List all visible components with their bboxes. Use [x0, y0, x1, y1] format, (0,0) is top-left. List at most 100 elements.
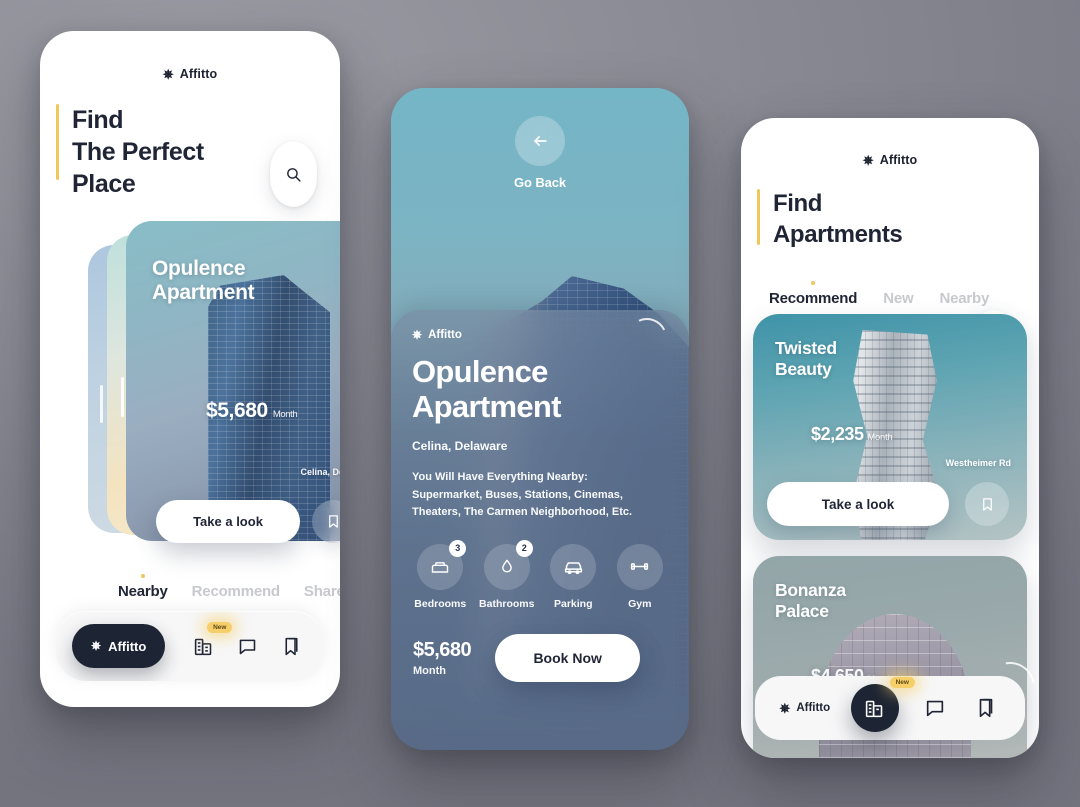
tab-bar: Nearby Recommend Share: [40, 583, 340, 600]
asterisk-star-icon: ✵: [162, 66, 174, 82]
nav-item-bookmark[interactable]: [971, 693, 1001, 723]
search-icon: [287, 167, 301, 182]
amenity-bedrooms[interactable]: 3 Bedrooms: [409, 539, 472, 610]
accent-bar: [757, 189, 760, 245]
detail-location: Celina, Delaware: [412, 439, 508, 454]
buildings-icon: [194, 638, 212, 655]
bed-icon: [432, 561, 449, 573]
amenity-label: Bathrooms: [479, 597, 535, 610]
bookmark-icon: [285, 637, 298, 655]
nav-item-chat[interactable]: [920, 693, 950, 723]
tab-share[interactable]: Share: [304, 583, 340, 600]
amenity-icon-wrap: [616, 543, 663, 590]
price-period: Month: [272, 409, 298, 420]
brand-name: Affitto: [179, 67, 218, 81]
bottom-navigation: ✵ Affitto New: [755, 652, 1039, 740]
amenity-gym[interactable]: Gym: [609, 543, 672, 610]
asterisk-star-icon: ✵: [412, 328, 423, 342]
featured-property-card[interactable]: Opulence Apartment $5,680 Month Celina, …: [126, 221, 340, 541]
card-address: Celina, Delaware: [300, 467, 340, 477]
headline-line-2: The Perfect: [72, 138, 204, 166]
amenity-icon-wrap: 3: [417, 539, 467, 590]
nav-brand-button[interactable]: ✵ Affitto: [779, 702, 830, 715]
property-detail-sheet: ✵ Affitto Opulence Apartment Celina, Del…: [391, 310, 689, 750]
bottom-navigation: ✵ Affitto New: [56, 611, 324, 681]
nav-item-buildings[interactable]: New: [188, 622, 233, 661]
price-period: Month: [867, 432, 893, 442]
card-title-line-1: Opulence: [152, 257, 246, 280]
page-title: Find Apartments: [741, 189, 1039, 250]
shower-drop-icon: [501, 559, 512, 573]
accent-bar: [56, 104, 59, 180]
chat-bubble-icon: [926, 700, 943, 717]
asterisk-star-icon: ✵: [91, 639, 102, 653]
tab-recommend[interactable]: Recommend: [769, 290, 857, 307]
phone-screen-listings: ✵ Affitto Find Apartments Recommend New …: [741, 118, 1039, 758]
headline-text: Find The Perfect Place: [72, 104, 204, 200]
tab-nearby[interactable]: Nearby: [939, 290, 989, 307]
detail-description: You Will Have Everything Nearby: Superma…: [412, 471, 633, 519]
amenity-parking[interactable]: Parking: [542, 543, 605, 610]
stack-card-line: [121, 377, 124, 417]
nav-icon-group: New: [165, 622, 324, 661]
amenity-icon-wrap: [550, 543, 597, 590]
nav-item-chat[interactable]: [233, 631, 263, 661]
listing-card[interactable]: Twisted Beauty $2,235 Month Westheimer R…: [753, 314, 1027, 540]
tab-recommend[interactable]: Recommend: [192, 583, 280, 600]
dumbbell-icon: [631, 563, 649, 570]
nav-brand-button[interactable]: ✵ Affitto: [72, 624, 166, 668]
nav-brand-label: Affitto: [108, 638, 147, 654]
listing-title-line-2: Palace: [775, 601, 829, 621]
amenity-label: Parking: [553, 597, 593, 610]
amenity-label: Bedrooms: [414, 597, 467, 610]
new-badge: New: [207, 622, 233, 633]
phone-screen-home: ✵ Affitto Find The Perfect Place Opulenc…: [40, 31, 340, 707]
card-stack: Opulence Apartment $5,680 Month Celina, …: [40, 221, 340, 551]
amenity-count: 3: [449, 539, 467, 557]
detail-price: $5,680 Month: [413, 638, 472, 677]
new-badge: New: [889, 677, 915, 688]
headline-line-1: Find: [72, 106, 124, 134]
amenity-count: 2: [515, 539, 533, 557]
car-icon: [564, 562, 582, 575]
book-now-button[interactable]: Book Now: [495, 633, 641, 682]
price-amount: $2,235: [811, 424, 864, 444]
tab-new[interactable]: New: [883, 290, 913, 307]
listing-title-line-2: Beauty: [775, 359, 832, 379]
go-back-label: Go Back: [513, 175, 567, 190]
headline-line-1: Find: [773, 190, 823, 217]
amenity-label: Gym: [628, 597, 652, 610]
go-back-button[interactable]: [515, 116, 565, 166]
listing-title-line-1: Bonanza: [775, 580, 846, 600]
amenities-row: 3 Bedrooms 2 Bathrooms Parking Gym: [391, 522, 689, 610]
tab-nearby[interactable]: Nearby: [118, 583, 168, 600]
listing-title-line-1: Twisted: [775, 338, 837, 358]
detail-title-line-2: Apartment: [412, 388, 561, 424]
detail-title-line-1: Opulence: [412, 354, 548, 389]
go-back-control[interactable]: Go Back: [391, 116, 689, 190]
brand-logo: ✵ Affitto: [741, 153, 1039, 167]
phone-screen-detail: Go Back ✵ Affitto Opulence Apartment Cel…: [391, 88, 689, 750]
listing-price: $2,235 Month: [811, 424, 893, 445]
listing-address: Westheimer Rd: [945, 458, 1011, 468]
chat-bubble-icon: [239, 639, 256, 654]
bookmark-button[interactable]: [965, 482, 1009, 526]
stack-card-line: [100, 385, 103, 423]
headline-text: Find Apartments: [773, 189, 903, 250]
nav-item-buildings[interactable]: New: [850, 677, 915, 732]
search-button[interactable]: [270, 141, 317, 207]
card-title: Opulence Apartment: [152, 257, 255, 306]
nav-brand-label: Affitto: [796, 702, 831, 714]
headline-line-2: Apartments: [773, 220, 903, 248]
asterisk-star-icon: ✵: [862, 152, 874, 168]
bookmark-icon: [982, 497, 992, 511]
price-amount: $5,680: [413, 638, 472, 661]
listing-title: Bonanza Palace: [775, 580, 846, 622]
amenity-bathrooms[interactable]: 2 Bathrooms: [476, 539, 539, 610]
nav-item-bookmark[interactable]: [277, 631, 307, 661]
brand-logo: ✵ Affitto: [40, 67, 340, 81]
bookmark-icon: [329, 515, 338, 528]
headline-line-3: Place: [72, 170, 136, 198]
take-a-look-button[interactable]: Take a look: [156, 500, 300, 543]
take-a-look-button[interactable]: Take a look: [767, 482, 949, 526]
